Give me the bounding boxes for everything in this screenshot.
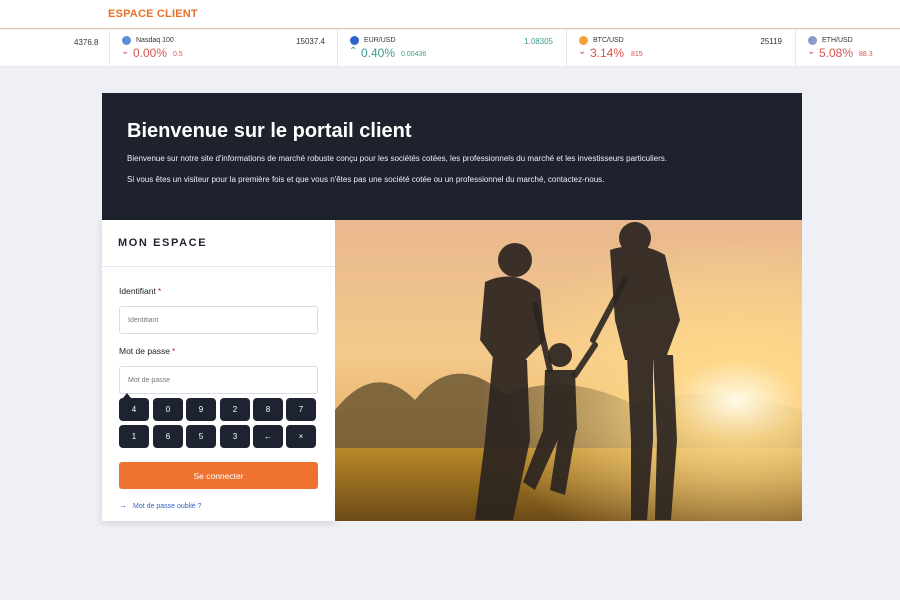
keypad-key[interactable]: 6 (153, 425, 183, 448)
username-label: Identifiant * (119, 286, 162, 296)
ticker-percent: 0.00% (133, 46, 168, 60)
forgot-password-label: Mot de passe oublié ? (133, 503, 202, 510)
intro-text: Bienvenue sur notre site d'informations … (127, 154, 668, 163)
keypad-key[interactable]: 7 (286, 398, 316, 421)
password-label: Mot de passe * (119, 346, 176, 356)
ticker-delta: 0.00436 (401, 51, 427, 58)
ticker-price: 25119 (760, 37, 782, 46)
brand-title[interactable]: ESPACE CLIENT (108, 8, 198, 20)
login-title: MON ESPACE (118, 237, 208, 249)
keypad-key[interactable]: 4 (119, 398, 149, 421)
keypad-key[interactable]: 8 (253, 398, 283, 421)
keypad-key[interactable]: 0 (153, 398, 183, 421)
required-mark: * (157, 286, 162, 296)
username-input[interactable] (119, 306, 318, 334)
arrow-right-icon: → (119, 501, 127, 510)
password-input[interactable] (119, 366, 318, 394)
bitcoin-icon (579, 36, 588, 45)
login-button[interactable]: Se connecter (119, 462, 318, 489)
ticker-name: ETH/USD (822, 37, 853, 44)
ticker-name: Nasdaq 100 (136, 37, 174, 44)
currency-icon (350, 36, 359, 45)
ticker-name: BTC/USD (593, 37, 624, 44)
keypad-key[interactable]: 3 (220, 425, 250, 448)
virtual-keypad: 4 0 9 2 8 7 1 6 5 3 ← × (119, 393, 318, 451)
backspace-key[interactable]: ← (253, 425, 283, 448)
forgot-password-link[interactable]: → Mot de passe oublié ? (119, 501, 202, 510)
ticker-percent: 3.14% (590, 46, 625, 60)
keypad-key[interactable]: 9 (186, 398, 216, 421)
divider (102, 266, 335, 267)
ticker-delta: 815 (631, 51, 643, 58)
page-title: Bienvenue sur le portail client (127, 120, 412, 142)
ticker-price: 15037.4 (296, 37, 325, 46)
chevron-down-icon: ⌄ (807, 46, 816, 57)
clear-key[interactable]: × (286, 425, 316, 448)
ticker-price: 1.08305 (524, 37, 553, 46)
nasdaq-icon (122, 36, 131, 45)
ticker-delta: 0.5 (173, 51, 183, 58)
ticker-name: EUR/USD (364, 37, 396, 44)
ticker-item-ethusd[interactable]: ETH/USD ⌄ 5.08% 88.3 (795, 30, 900, 67)
keypad-key[interactable]: 5 (186, 425, 216, 448)
contact-text: Si vous êtes un visiteur pour la premièr… (127, 175, 605, 184)
chevron-down-icon: ⌄ (121, 46, 130, 57)
market-ticker: 4376.8 Nasdaq 100 15037.4 ⌄ 0.00% 0.5 EU… (0, 30, 900, 67)
ticker-delta: 88.3 (859, 51, 873, 58)
required-mark: * (172, 346, 176, 356)
welcome-banner: Bienvenue sur le portail client Bienvenu… (102, 93, 802, 220)
keypad-key[interactable]: 2 (220, 398, 250, 421)
chevron-down-icon: ⌄ (578, 46, 587, 57)
ticker-percent: 0.40% (361, 46, 396, 60)
ethereum-icon (808, 36, 817, 45)
ticker-item-btcusd[interactable]: BTC/USD 25119 ⌄ 3.14% 815 (566, 30, 791, 67)
family-photo (335, 220, 802, 521)
ticker-percent: 5.08% (819, 46, 854, 60)
top-header: ESPACE CLIENT (0, 0, 900, 29)
chevron-up-icon: ⌃ (349, 46, 358, 57)
ticker-item-nasdaq[interactable]: Nasdaq 100 15037.4 ⌄ 0.00% 0.5 (109, 30, 334, 67)
keypad-key[interactable]: 1 (119, 425, 149, 448)
ticker-item-eurusd[interactable]: EUR/USD 1.08305 ⌃ 0.40% 0.00436 (337, 30, 562, 67)
ticker-partial-value: 4376.8 (74, 38, 99, 47)
